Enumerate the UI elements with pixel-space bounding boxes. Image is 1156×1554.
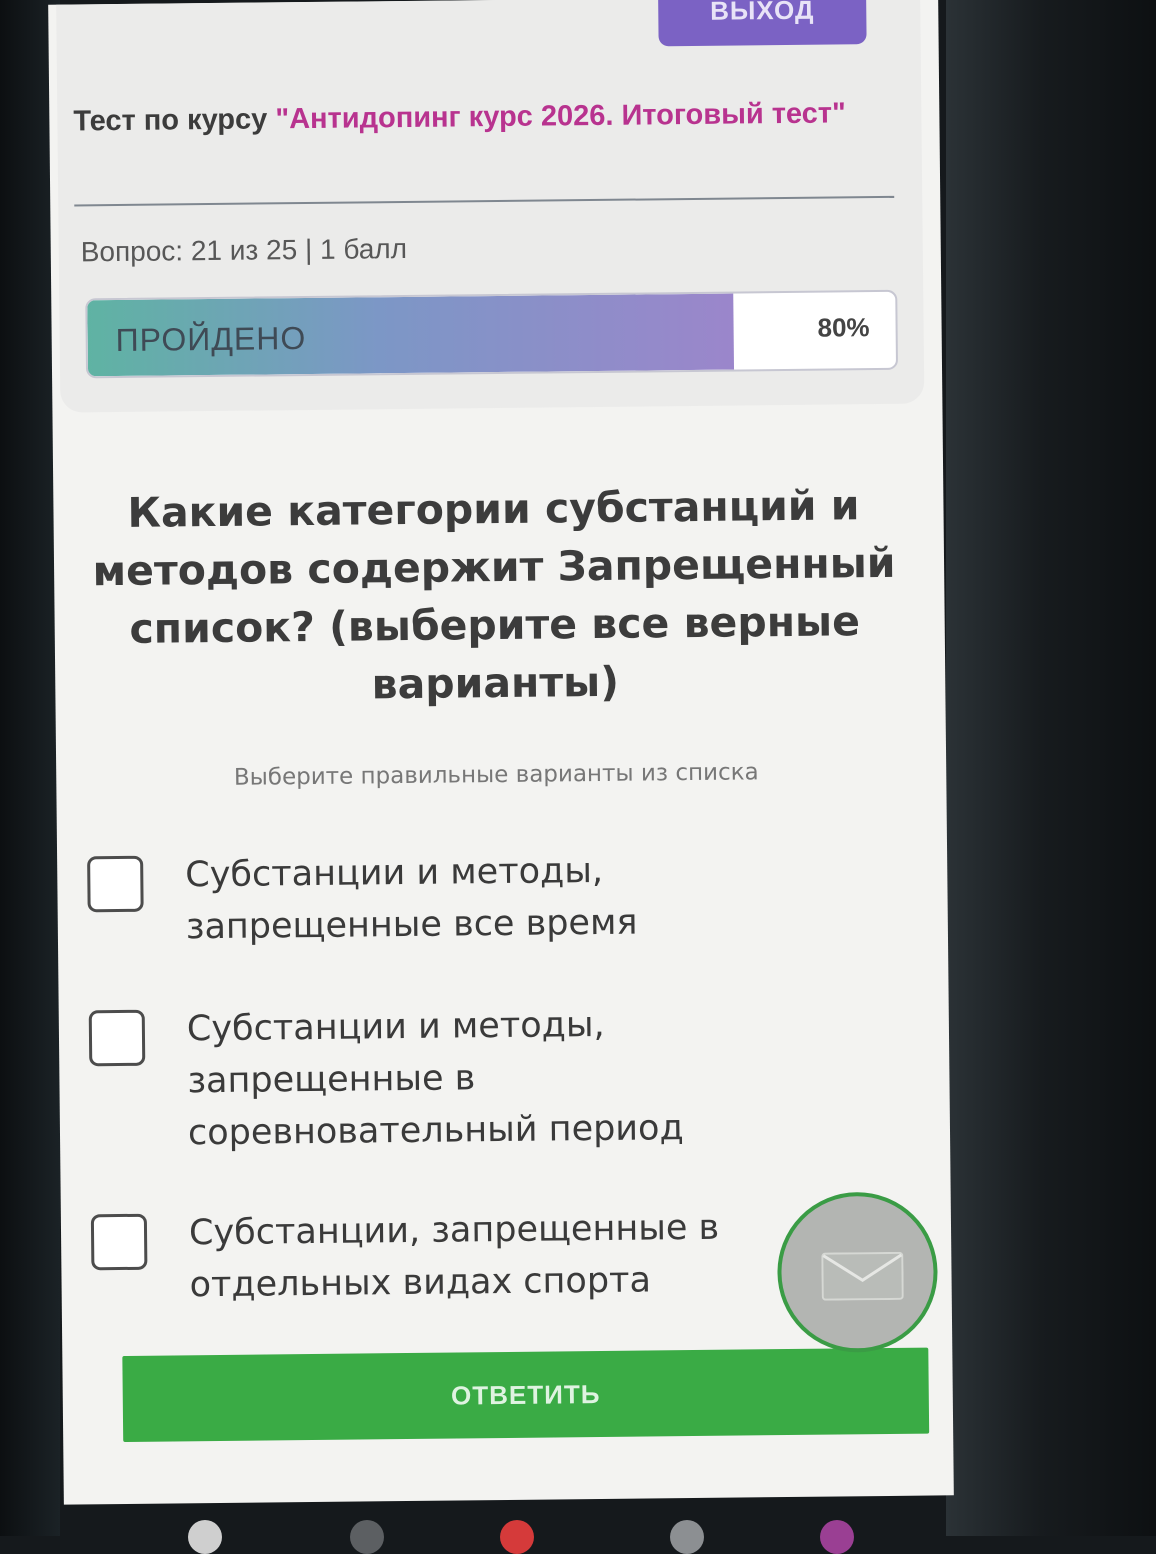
test-header-card: ВЫХОД Тест по курсу "Антидопинг курс 202… [56,0,925,413]
answer-option-3[interactable]: Субстанции, запрещенные в отдельных вида… [90,1201,831,1305]
nav-recent-icon[interactable] [670,1520,704,1554]
answer-option-2[interactable]: Субстанции и методы, запрещенные в сорев… [88,997,829,1153]
checkbox-option-2[interactable] [88,1009,146,1067]
progress-bar: ПРОЙДЕНО 80% [85,289,899,379]
option-label-2: Субстанции и методы, запрещенные в сорев… [186,1004,684,1154]
header-divider [74,195,895,207]
progress-percent: 80% [817,312,870,343]
nav-back-icon[interactable] [188,1520,222,1554]
device-bezel-right [946,0,1156,1536]
question-counter: Вопрос: 21 из 25 | 1 балл [80,232,408,268]
course-title: Тест по курсу "Антидопинг курс 2026. Ито… [73,88,893,147]
course-name: "Антидопинг курс 2026. Итоговый тест" [275,97,846,136]
course-title-prefix: Тест по курсу [73,103,276,138]
checkbox-option-3[interactable] [90,1213,148,1271]
nav-assistant-icon[interactable] [820,1520,854,1554]
progress-label: ПРОЙДЕНО [115,320,307,359]
checkbox-option-1[interactable] [87,855,144,913]
device-nav-bar [0,1510,1156,1554]
nav-home-icon[interactable] [350,1520,384,1554]
quiz-screen: ВЫХОД Тест по курсу "Антидопинг курс 202… [48,0,954,1505]
submit-answer-button[interactable]: ОТВЕТИТЬ [122,1347,930,1442]
question-hint: Выберите правильные варианты из списка [233,759,759,791]
exit-button[interactable]: ВЫХОД [657,0,867,47]
answer-option-1[interactable]: Субстанции и методы, запрещенные все вре… [87,843,827,947]
option-label-1: Субстанции и методы, запрещенные все вре… [185,850,638,948]
option-label-3: Субстанции, запрещенные в отдельных вида… [188,1207,720,1306]
mail-icon [821,1251,904,1301]
question-title: Какие категории субстанций и методов сод… [92,481,896,709]
chat-button[interactable] [776,1191,939,1354]
nav-app-icon[interactable] [500,1520,534,1554]
